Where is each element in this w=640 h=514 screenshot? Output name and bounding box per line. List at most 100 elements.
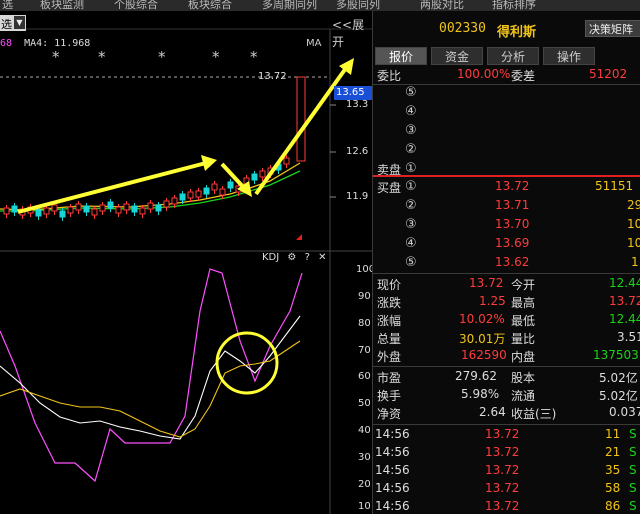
tick-row[interactable]: 14:56 13.72 86 S <box>373 499 640 514</box>
candle-body <box>179 193 186 201</box>
tab-operation[interactable]: 操作 <box>543 47 595 65</box>
tick-side: S <box>629 427 637 441</box>
stat-label: 股本 <box>511 371 536 385</box>
period-select[interactable]: 选 ▼ <box>0 15 26 31</box>
tab-funds[interactable]: 资金 <box>431 47 483 65</box>
stat-value: 2.64 <box>479 405 506 419</box>
tick-time: 14:56 <box>375 463 410 477</box>
candle-body <box>147 202 154 210</box>
stat-value: 12.44 <box>609 312 640 326</box>
top-tab[interactable]: 指标排序 <box>492 0 536 11</box>
candle-body <box>107 201 114 209</box>
stat-label: 总量 <box>377 332 402 346</box>
weicha-label: 委差 <box>511 69 536 83</box>
ma-value: 68 <box>0 38 13 49</box>
tick-row[interactable]: 14:56 13.72 58 S <box>373 481 640 498</box>
candle-body <box>203 187 210 195</box>
kdj-level-label: 60 <box>358 371 371 382</box>
tick-volume: 58 <box>605 481 621 495</box>
stat-label: 现价 <box>377 278 402 292</box>
stat-label: 涨幅 <box>377 314 402 328</box>
stat-label: 今开 <box>511 278 536 292</box>
stat-row: 外盘 162590 内盘 137503 <box>373 348 640 365</box>
buy-level: ② <box>405 198 417 213</box>
expand-button[interactable]: <<展开 <box>332 16 372 50</box>
stat-label: 净资 <box>377 407 402 421</box>
kdj-level-label: 40 <box>358 425 371 436</box>
stat-label: 最低 <box>511 314 536 328</box>
top-tab[interactable]: 多周期同列 <box>262 0 317 11</box>
kdj-level-label: 10 <box>358 501 371 512</box>
tick-row[interactable]: 14:56 13.72 35 S <box>373 463 640 480</box>
candle-body <box>11 205 18 213</box>
tab-analysis[interactable]: 分析 <box>487 47 539 65</box>
buy-label: 买盘 <box>377 181 402 195</box>
top-tab[interactable]: 选 <box>2 0 13 11</box>
top-tab[interactable]: 两股对比 <box>420 0 464 11</box>
tick-price: 13.72 <box>485 499 520 513</box>
sell-row[interactable]: ② <box>373 142 640 159</box>
kdj-level-label: 20 <box>358 479 371 490</box>
gear-icon[interactable]: ⚙ <box>287 252 296 263</box>
stat-row: 涨跌 1.25 最高 13.72 <box>373 294 640 311</box>
kdj-level-label: 30 <box>358 452 371 463</box>
tick-volume: 21 <box>605 445 621 459</box>
sell-level: ③ <box>405 123 417 138</box>
star-marker: * <box>250 48 258 66</box>
kdj-level-label: 50 <box>358 398 371 409</box>
buy-price: 13.69 <box>495 236 530 250</box>
chart-panel[interactable]: 选 ▼ <<展开 68 MA4: 11.968 MA * * * * * 13.… <box>0 11 375 514</box>
tick-side: S <box>629 445 637 459</box>
top-tab[interactable]: 多股同列 <box>336 0 380 11</box>
buy-row[interactable]: 买盘 ① 13.72 51151 <box>373 179 640 196</box>
sell-level: ① <box>405 161 417 176</box>
tick-row[interactable]: 14:56 13.72 21 S <box>373 445 640 462</box>
quote-tabs: 报价 资金 分析 操作 <box>375 47 639 65</box>
buy-price: 13.71 <box>495 198 530 212</box>
kdj-header: KDJ ⚙ ? ✕ <box>262 252 331 263</box>
candle-body <box>259 170 266 178</box>
stat-label: 涨跌 <box>377 296 402 310</box>
buy-volume: 29 <box>627 198 640 212</box>
candle-body <box>219 188 226 196</box>
sell-row[interactable]: ⑤ <box>373 85 640 102</box>
sell-level: ⑤ <box>405 85 417 100</box>
stat-value: 10.02% <box>459 312 505 326</box>
top-tab[interactable]: 板块综合 <box>188 0 232 11</box>
buy-volume: 1 <box>631 255 639 269</box>
buy-row[interactable]: ③ 13.70 10 <box>373 217 640 234</box>
buy-level: ⑤ <box>405 255 417 270</box>
candle-body <box>3 207 10 215</box>
buy-row[interactable]: ② 13.71 29 <box>373 198 640 215</box>
stat-value: 5.02亿 <box>599 371 638 385</box>
candle-body <box>67 206 74 214</box>
close-icon[interactable]: ✕ <box>318 252 326 263</box>
tab-quote[interactable]: 报价 <box>375 47 427 65</box>
sell-row[interactable]: ③ <box>373 123 640 140</box>
buy-row[interactable]: ⑤ 13.62 1 <box>373 255 640 272</box>
tick-price: 13.72 <box>485 445 520 459</box>
stat-value: 1.25 <box>479 294 506 308</box>
candle-body <box>195 190 202 198</box>
peak-price-label: 13.72 <box>258 71 287 82</box>
tick-volume: 86 <box>605 499 621 513</box>
star-marker: * <box>98 48 106 66</box>
tick-row[interactable]: 14:56 13.72 11 S <box>373 427 640 444</box>
help-icon[interactable]: ? <box>305 252 310 263</box>
candle-body <box>35 209 42 217</box>
candle-body <box>155 204 162 212</box>
kdj-level-label: 90 <box>358 291 371 302</box>
stat-label: 量比 <box>511 332 536 346</box>
tick-side: S <box>629 481 637 495</box>
buy-row[interactable]: ④ 13.69 10 <box>373 236 640 253</box>
candle-body <box>115 206 122 214</box>
tick-time: 14:56 <box>375 445 410 459</box>
buy-volume: 10 <box>627 217 640 231</box>
top-tab[interactable]: 板块监测 <box>40 0 84 11</box>
stat-label: 换手 <box>377 389 402 403</box>
top-tab[interactable]: 个股综合 <box>114 0 158 11</box>
decision-matrix-button[interactable]: 决策矩阵 <box>585 20 640 37</box>
stat-value: 3.51 <box>617 330 640 344</box>
sell-row[interactable]: ④ <box>373 104 640 121</box>
sell-level: ④ <box>405 104 417 119</box>
